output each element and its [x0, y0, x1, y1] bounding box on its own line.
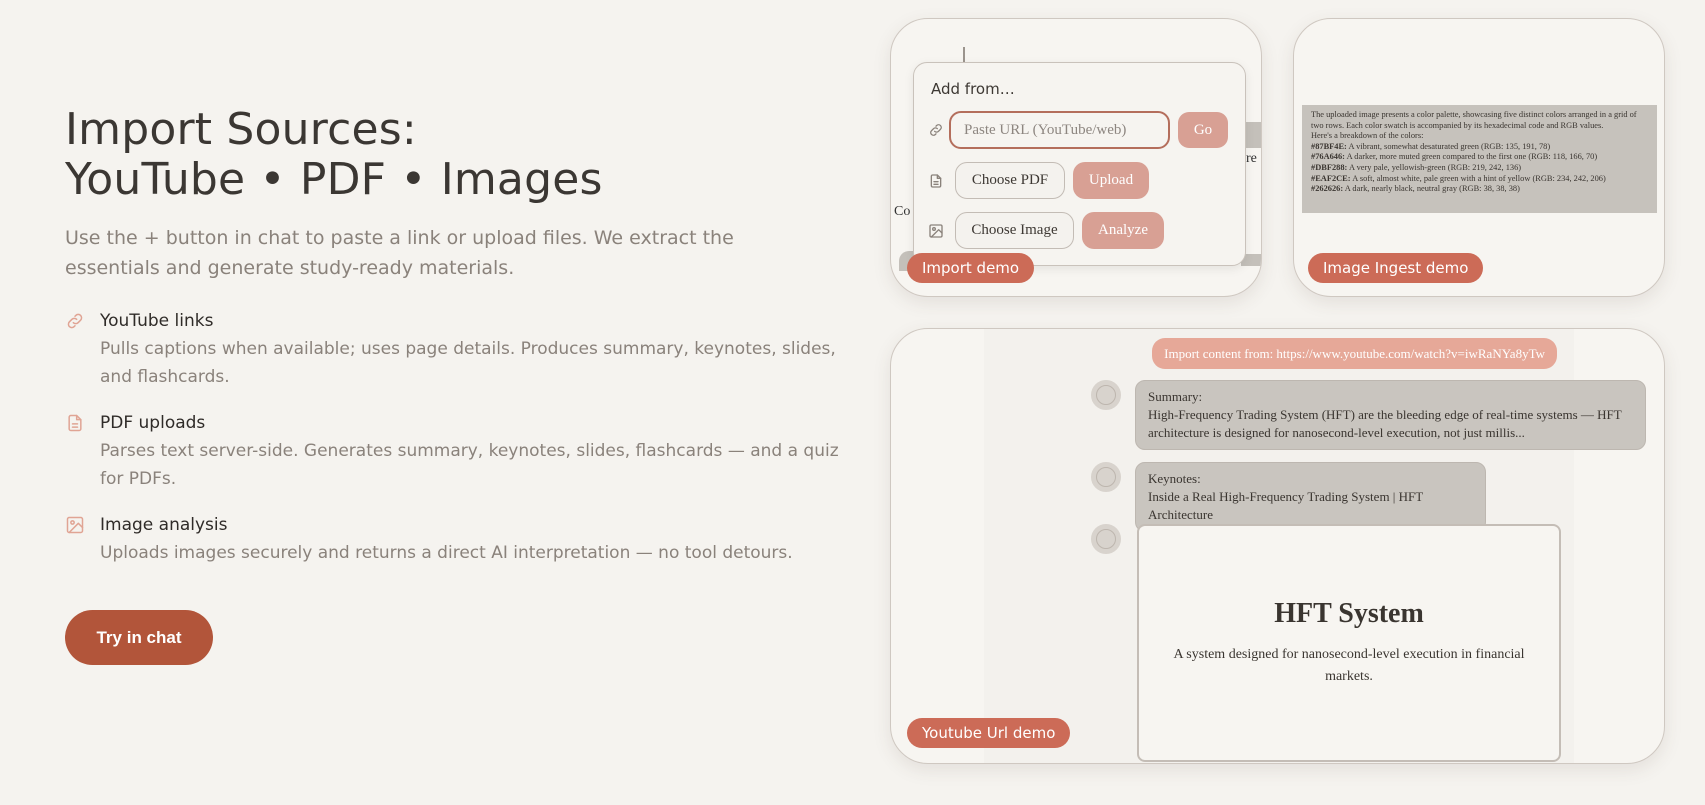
feature-image: Image analysis Uploads images securely a…	[65, 513, 855, 567]
keynotes-bubble: Keynotes: Inside a Real High-Frequency T…	[1135, 462, 1486, 532]
analysis-intro: The uploaded image presents a color pale…	[1311, 110, 1637, 130]
feature-description: Parses text server-side. Generates summa…	[100, 441, 839, 489]
user-message-bubble: Import content from: https://www.youtube…	[1152, 338, 1557, 369]
page-title: Import Sources: YouTube • PDF • Images	[65, 105, 855, 205]
summary-label: Summary:	[1148, 389, 1203, 404]
document-icon	[930, 174, 942, 188]
summary-text: High-Frequency Trading System (HFT) are …	[1148, 407, 1622, 440]
assistant-avatar	[1091, 524, 1121, 554]
hero-section: Import Sources: YouTube • PDF • Images U…	[65, 105, 855, 665]
image-icon	[66, 516, 84, 534]
keynotes-label: Keynotes:	[1148, 471, 1201, 486]
add-from-title: Add from…	[931, 80, 1015, 98]
analysis-breakdown-label: Here's a breakdown of the colors:	[1311, 131, 1424, 141]
feature-list: YouTube links Pulls captions when availa…	[65, 309, 855, 567]
link-icon	[930, 124, 942, 136]
upload-button[interactable]: Upload	[1073, 162, 1149, 199]
youtube-url-demo-card: Import content from: https://www.youtube…	[890, 328, 1665, 764]
feature-description: Pulls captions when available; uses page…	[100, 339, 836, 387]
feature-title: YouTube links	[100, 311, 214, 331]
feature-pdf: PDF uploads Parses text server-side. Gen…	[65, 411, 855, 493]
url-input[interactable]: Paste URL (YouTube/web)	[949, 111, 1170, 149]
slide-title: HFT System	[1274, 598, 1424, 629]
color-entry: #EAF2CE: A soft, almost white, pale gree…	[1311, 173, 1606, 183]
feature-title: Image analysis	[100, 515, 228, 535]
hero-subtitle: Use the + button in chat to paste a link…	[65, 227, 734, 279]
feature-title: PDF uploads	[100, 413, 206, 433]
keynotes-text: Inside a Real High-Frequency Trading Sys…	[1148, 489, 1423, 522]
background-text-fragment: Co	[894, 204, 911, 219]
slide-description: A system designed for nanosecond-level e…	[1173, 647, 1525, 684]
color-entry: #87BF4E: A vibrant, somewhat desaturated…	[1311, 141, 1551, 151]
document-icon	[68, 414, 82, 432]
go-button[interactable]: Go	[1178, 112, 1228, 148]
import-demo-pill[interactable]: Import demo	[907, 253, 1035, 283]
image-icon	[929, 224, 943, 238]
assistant-avatar	[1091, 462, 1121, 492]
color-entry: #DBF288: A very pale, yellowish-green (R…	[1311, 162, 1522, 172]
choose-image-button[interactable]: Choose Image	[955, 212, 1074, 249]
chat-area: Import content from: https://www.youtube…	[984, 329, 1646, 763]
youtube-url-demo-pill[interactable]: Youtube Url demo	[907, 718, 1071, 748]
image-ingest-demo-card: The uploaded image presents a color pale…	[1293, 18, 1665, 297]
add-from-panel: Add from… Paste URL (YouTube/web) Go Cho…	[913, 62, 1246, 266]
page-title-line-2: YouTube • PDF • Images	[65, 154, 603, 205]
page-title-line-1: Import Sources:	[65, 104, 417, 155]
feature-youtube: YouTube links Pulls captions when availa…	[65, 309, 855, 391]
import-demo-card: gre Co Add from… Paste URL (YouTube/web)…	[890, 18, 1262, 297]
summary-bubble: Summary: High-Frequency Trading System (…	[1135, 380, 1646, 450]
assistant-avatar	[1091, 380, 1121, 410]
analyze-button[interactable]: Analyze	[1082, 212, 1164, 249]
image-ingest-demo-pill[interactable]: Image Ingest demo	[1308, 253, 1484, 283]
color-entry: #76A646: A darker, more muted green comp…	[1311, 152, 1598, 162]
choose-pdf-button[interactable]: Choose PDF	[955, 162, 1065, 199]
try-in-chat-button[interactable]: Try in chat	[65, 610, 213, 665]
slide-preview: HFT System A system designed for nanosec…	[1137, 524, 1561, 762]
feature-description: Uploads images securely and returns a di…	[100, 543, 793, 563]
link-icon	[67, 313, 83, 329]
color-entry: #262626: A dark, nearly black, neutral g…	[1311, 184, 1520, 194]
image-analysis-output: The uploaded image presents a color pale…	[1302, 105, 1657, 213]
